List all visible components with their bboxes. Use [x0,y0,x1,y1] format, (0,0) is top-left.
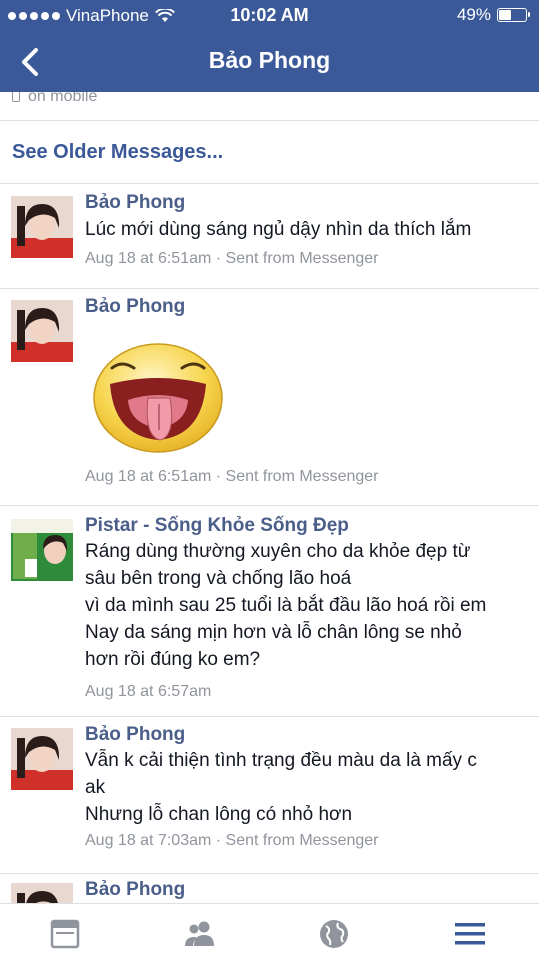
message-line: Nay da sáng mịn hơn và lỗ chân lông se n… [85,622,462,643]
avatar[interactable] [11,196,73,258]
avatar[interactable] [11,300,73,362]
status-bar: VinaPhone 10:02 AM 49% [0,0,539,32]
page-title: Bảo Phong [208,47,331,73]
sender-name[interactable]: Bảo Phong [85,192,185,214]
message-line: Vẫn k cải thiện tình trạng đều màu da là… [85,750,477,771]
on-mobile-label: on mobile [28,92,98,105]
see-older-row: See Older Messages... [0,120,539,184]
message-line: Nhưng lỗ chan lông có nhỏ hơn [85,804,353,825]
sender-name[interactable]: Pistar - Sống Khỏe Sống Đẹp [85,515,349,537]
message-item: Pistar - Sống Khỏe Sống Đẹp Ráng dùng th… [0,505,539,717]
menu-icon[interactable] [452,918,488,950]
on-mobile-row: on mobile [0,92,539,121]
tongue-out-emoji-sticker[interactable] [90,340,226,456]
message-line: sâu bên trong và chống lão hoá [85,568,352,589]
message-line: Lúc mới dùng sáng ngủ dậy nhìn da thích … [85,219,472,240]
message-text: Ráng dùng thường xuyên cho da khỏe đẹp t… [85,538,535,673]
battery-fill [499,10,511,20]
sender-name[interactable]: Bảo Phong [85,879,185,901]
message-text: Vẫn k cải thiện tình trạng đều màu da là… [85,747,535,828]
message-text: Lúc mới dùng sáng ngủ dậy nhìn da thích … [85,216,535,243]
message-meta: Aug 18 at 7:03am · Sent from Messenger [85,832,379,849]
message-line: vì da mình sau 25 tuổi là bắt đầu lão ho… [85,595,487,616]
message-meta: Aug 18 at 6:51am · Sent from Messenger [85,468,379,485]
friends-icon[interactable] [182,918,218,950]
message-line: Ráng dùng thường xuyên cho da khỏe đẹp t… [85,541,471,562]
status-bar-right: 49% [456,5,530,25]
message-item: Bảo Phong Vẫn k cải thiện tình trạng đều… [0,716,539,874]
message-line: ak [85,777,106,798]
nav-bar: Bảo Phong [0,32,539,92]
message-item: Bảo Phong Lúc mới dùng sáng ngủ dậy nhìn… [0,184,539,289]
globe-icon[interactable] [316,918,352,950]
message-item: Bảo Phong [0,873,539,904]
sender-name[interactable]: Bảo Phong [85,724,185,746]
news-feed-icon[interactable] [48,918,84,950]
battery-percent: 49% [456,5,491,24]
top-bar: VinaPhone 10:02 AM 49% Bảo Phong [0,0,539,92]
message-line: hơn rồi đúng ko em? [85,649,261,670]
avatar[interactable] [11,728,73,790]
see-older-messages-link[interactable]: See Older Messages... [12,141,223,164]
mobile-phone-icon [12,92,20,102]
bottom-tab-bar [0,903,539,960]
message-item: Bảo Phong Aug 18 at 6:51am · Sent from M… [0,288,539,506]
sender-name[interactable]: Bảo Phong [85,296,185,318]
message-thread[interactable]: on mobile See Older Messages... Bảo Phon… [0,92,539,904]
message-meta: Aug 18 at 6:57am [85,683,212,700]
avatar[interactable] [11,883,73,904]
battery-icon [497,8,530,22]
avatar[interactable] [11,519,73,581]
message-meta: Aug 18 at 6:51am · Sent from Messenger [85,250,379,267]
